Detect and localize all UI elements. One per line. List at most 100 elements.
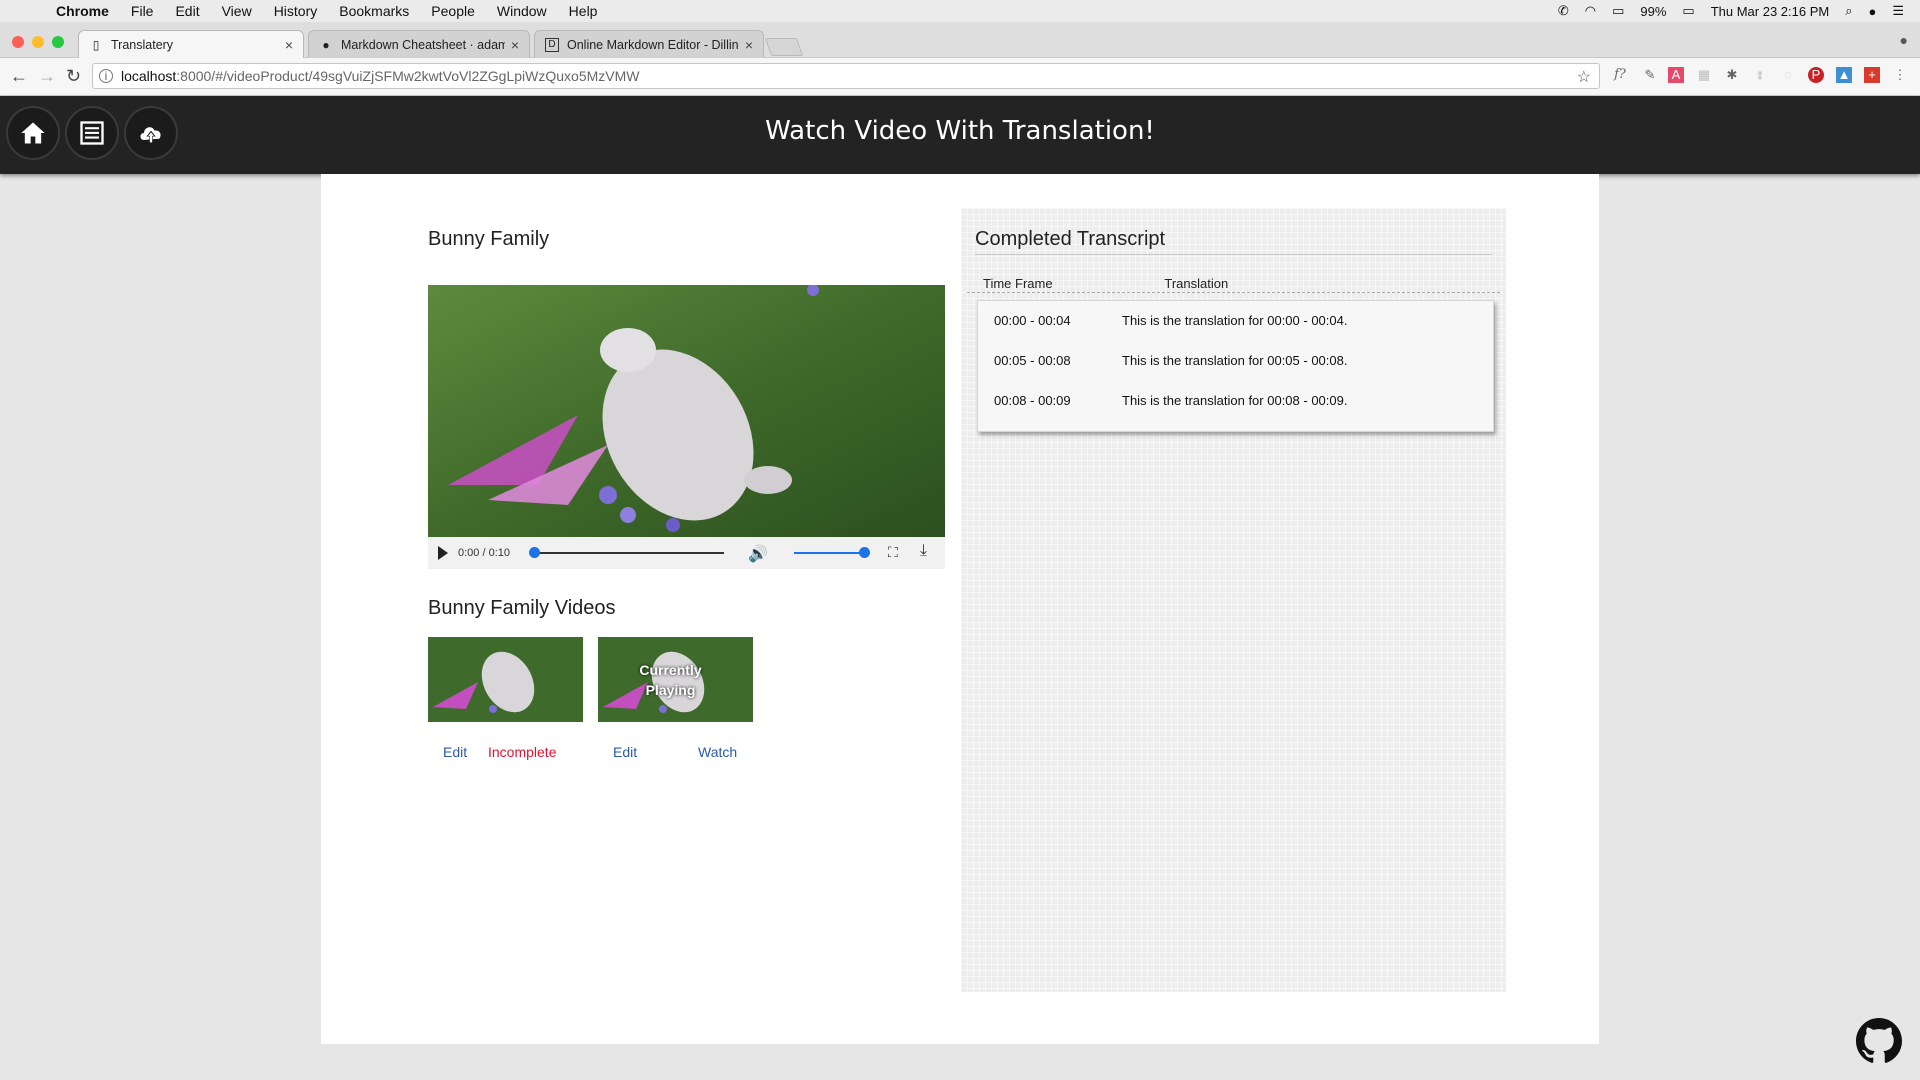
tab-markdown-cheatsheet[interactable]: ● Markdown Cheatsheet · adam-p × [308, 30, 530, 58]
menu-app-name[interactable]: Chrome [56, 3, 109, 19]
notification-icon[interactable]: ✆ [1558, 3, 1569, 19]
dillinger-icon: D [545, 37, 559, 52]
menu-bookmarks[interactable]: Bookmarks [339, 3, 409, 19]
time-frame: 00:00 - 00:04 [994, 313, 1071, 328]
new-tab-button[interactable] [764, 38, 804, 56]
time-frame: 00:05 - 00:08 [994, 353, 1071, 368]
video-thumbnail-current[interactable]: Currently Playing [598, 637, 753, 722]
thumbnail-overlay [428, 637, 583, 722]
video-title: Bunny Family [428, 228, 550, 250]
menu-file[interactable]: File [131, 3, 154, 19]
menu-people[interactable]: People [431, 3, 475, 19]
siri-icon[interactable]: ● [1868, 4, 1876, 19]
video-frame [428, 285, 945, 537]
fullscreen-icon[interactable]: ⛶ [888, 544, 898, 561]
volume-icon[interactable]: 🔊 [748, 544, 768, 564]
browser-tab-strip: ▯ Translatery × ● Markdown Cheatsheet · … [0, 22, 1920, 58]
video-player[interactable] [428, 285, 945, 537]
back-icon[interactable]: ← [10, 66, 28, 87]
reload-icon[interactable]: ↻ [66, 66, 81, 87]
tab-title: Translatery [111, 37, 174, 52]
transcript-list: 00:00 - 00:04 This is the translation for… [977, 300, 1494, 432]
browser-toolbar: ← → ↻ i localhost:8000/#/videoProduct/49… [0, 58, 1920, 96]
app-title: Watch Video With Translation! [765, 116, 1155, 146]
maximize-window-icon[interactable] [52, 36, 64, 48]
chrome-menu-icon[interactable]: ⋮ [1892, 67, 1908, 83]
url-path: :8000/#/videoProduct/49sgVuiZjSFMw2kwtVo… [176, 68, 640, 84]
macos-menubar: Chrome File Edit View History Bookmarks … [0, 0, 1920, 22]
bug-extension-icon[interactable]: ✱ [1724, 67, 1740, 83]
url-host: localhost [121, 68, 177, 84]
currently-playing-label: Currently Playing [639, 661, 702, 698]
profile-icon[interactable]: ● [1900, 32, 1908, 48]
divider [967, 292, 1500, 293]
tab-title: Markdown Cheatsheet · adam-p [341, 37, 505, 52]
close-icon[interactable]: × [745, 37, 753, 53]
divider [975, 254, 1492, 255]
acrobat-extension-icon[interactable]: A [1668, 67, 1684, 83]
wifi-icon[interactable]: ◠ [1585, 3, 1596, 19]
watch-link[interactable]: Watch [698, 744, 737, 760]
close-icon[interactable]: × [511, 37, 519, 53]
grid-extension-icon[interactable]: ▦ [1696, 67, 1712, 83]
tab-title: Online Markdown Editor - Dillinger [567, 37, 739, 52]
related-videos-title: Bunny Family Videos [428, 597, 616, 619]
info-icon[interactable]: i [99, 69, 113, 83]
volume-slider[interactable] [794, 547, 870, 558]
translation-text: This is the translation for 00:00 - 00:0… [1122, 313, 1348, 328]
tab-dillinger[interactable]: D Online Markdown Editor - Dillinger × [534, 30, 764, 58]
edit-link[interactable]: Edit [613, 744, 637, 760]
edit-link[interactable]: Edit [443, 744, 467, 760]
transcript-row: 00:08 - 00:09 This is the translation for… [994, 393, 1347, 408]
menu-window[interactable]: Window [497, 3, 547, 19]
github-icon: ● [322, 37, 330, 52]
notification-center-icon[interactable]: ☰ [1892, 3, 1904, 19]
battery-icon[interactable]: ▭ [1682, 3, 1694, 19]
code-extension-icon[interactable]: ⦂ [1752, 67, 1768, 83]
time-frame: 00:08 - 00:09 [994, 393, 1071, 408]
pen-extension-icon[interactable]: ✎ [1642, 67, 1658, 83]
pinterest-icon[interactable]: P [1808, 67, 1824, 83]
upload-extension-icon[interactable]: ▲ [1836, 67, 1852, 83]
volume-handle[interactable] [859, 547, 870, 558]
refresh-extension-icon[interactable]: ◌ [1780, 67, 1796, 83]
column-header-translation: Translation [1164, 276, 1229, 291]
transcript-row: 00:00 - 00:04 This is the translation for… [994, 313, 1347, 328]
address-bar[interactable]: i localhost:8000/#/videoProduct/49sgVuiZ… [92, 63, 1600, 89]
transcript-panel: Completed Transcript Time Frame Translat… [961, 208, 1506, 992]
forward-icon[interactable]: → [38, 66, 56, 87]
video-time: 0:00 / 0:10 [458, 547, 510, 559]
menu-help[interactable]: Help [569, 3, 598, 19]
transcript-title: Completed Transcript [975, 228, 1166, 250]
formula-extension-icon[interactable]: f? [1612, 67, 1628, 83]
play-icon[interactable] [438, 546, 448, 560]
download-icon[interactable]: ⤓ [920, 542, 927, 560]
clock[interactable]: Thu Mar 23 2:16 PM [1711, 4, 1830, 19]
video-controls: 0:00 / 0:10 🔊 ⛶ ⤓ [428, 537, 945, 569]
menu-edit[interactable]: Edit [175, 3, 199, 19]
seek-handle[interactable] [529, 547, 540, 558]
github-icon[interactable] [1856, 1018, 1902, 1064]
menu-history[interactable]: History [274, 3, 318, 19]
translation-text: This is the translation for 00:08 - 00:0… [1122, 393, 1348, 408]
transcript-header: Time Frame Translation [983, 276, 1228, 291]
menubar-status-area: ✆ ◠ ▭ 99% ▭ Thu Mar 23 2:16 PM ⌕ ● ☰ [1558, 0, 1920, 22]
close-icon[interactable]: × [285, 37, 293, 53]
translation-text: This is the translation for 00:05 - 00:0… [1122, 353, 1348, 368]
battery-percent[interactable]: 99% [1640, 4, 1666, 19]
menu-view[interactable]: View [222, 3, 252, 19]
tab-translatery[interactable]: ▯ Translatery × [78, 30, 304, 58]
spotlight-icon[interactable]: ⌕ [1845, 3, 1852, 19]
close-window-icon[interactable] [12, 36, 24, 48]
app-header: Watch Video With Translation! [0, 96, 1920, 174]
bookmark-star-icon[interactable]: ☆ [1577, 67, 1591, 87]
page-icon: ▯ [92, 37, 100, 52]
transcript-row: 00:05 - 00:08 This is the translation for… [994, 353, 1347, 368]
airplay-icon[interactable]: ▭ [1612, 3, 1624, 19]
seek-bar[interactable] [529, 547, 724, 558]
plus-extension-icon[interactable]: + [1864, 67, 1880, 83]
video-thumbnail[interactable] [428, 637, 583, 722]
incomplete-link[interactable]: Incomplete [488, 744, 556, 760]
column-header-time-frame: Time Frame [983, 276, 1053, 291]
minimize-window-icon[interactable] [32, 36, 44, 48]
